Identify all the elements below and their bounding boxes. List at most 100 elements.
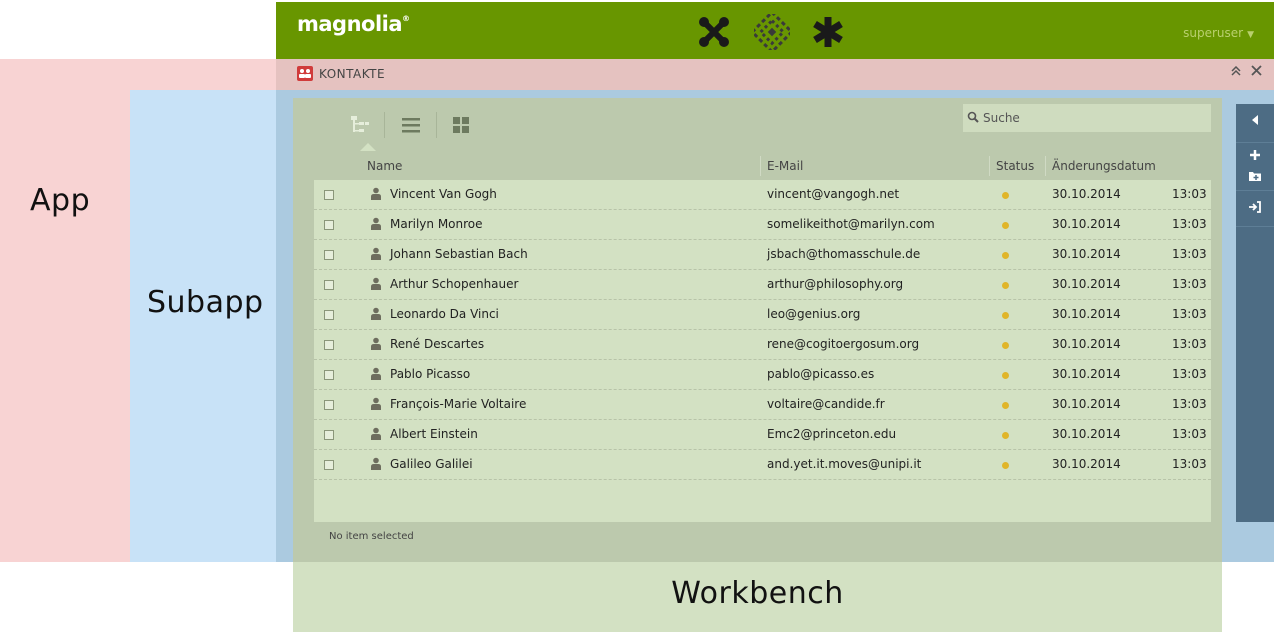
contact-email: Emc2@princeton.edu xyxy=(767,427,897,441)
user-icon xyxy=(371,457,381,470)
table-row[interactable]: Pablo Picasso pablo@picasso.es 30.10.2014 1… xyxy=(314,360,1211,390)
modified-time: 13:03 xyxy=(1172,187,1207,201)
modified-date: 30.10.2014 xyxy=(1052,427,1121,441)
table-row[interactable]: Vincent Van Gogh vincent@vangogh.net 30.10… xyxy=(314,180,1211,210)
contact-email: somelikeithot@marilyn.com xyxy=(767,217,935,231)
search-icon xyxy=(967,111,979,123)
modified-time: 13:03 xyxy=(1172,397,1207,411)
app-label: App xyxy=(30,183,91,218)
grid-header: Name E-Mail Status Änderungsdatum xyxy=(314,152,1211,180)
selection-status: No item selected xyxy=(329,531,414,542)
contact-name: Pablo Picasso xyxy=(390,367,471,381)
tree-view-icon[interactable] xyxy=(349,114,371,136)
thumbnail-view-icon[interactable] xyxy=(451,114,473,136)
status-indicator xyxy=(1002,342,1009,349)
row-checkbox[interactable] xyxy=(324,340,334,350)
row-checkbox[interactable] xyxy=(324,220,334,230)
user-icon xyxy=(371,337,381,350)
row-checkbox[interactable] xyxy=(324,460,334,470)
table-row[interactable]: Albert Einstein Emc2@princeton.edu 30.10.2… xyxy=(314,420,1211,450)
view-separator xyxy=(384,112,385,138)
modified-date: 30.10.2014 xyxy=(1052,217,1121,231)
user-icon xyxy=(371,187,381,200)
contact-email: arthur@philosophy.org xyxy=(767,277,904,291)
row-checkbox[interactable] xyxy=(324,250,334,260)
modified-time: 13:03 xyxy=(1172,277,1207,291)
subapp-label: Subapp xyxy=(147,285,264,320)
row-checkbox[interactable] xyxy=(324,430,334,440)
table-row[interactable]: Johann Sebastian Bach jsbach@thomasschule… xyxy=(314,240,1211,270)
modified-time: 13:03 xyxy=(1172,247,1207,261)
close-icon[interactable] xyxy=(1251,64,1262,80)
table-row[interactable]: René Descartes rene@cogitoergosum.org 30.1… xyxy=(314,330,1211,360)
view-separator xyxy=(436,112,437,138)
status-indicator xyxy=(1002,462,1009,469)
contact-name: François-Marie Voltaire xyxy=(390,397,527,411)
magnolia-logo[interactable]: magnolia® xyxy=(297,12,410,36)
modified-date: 30.10.2014 xyxy=(1052,337,1121,351)
search-box[interactable] xyxy=(963,104,1211,132)
modified-date: 30.10.2014 xyxy=(1052,277,1121,291)
row-checkbox[interactable] xyxy=(324,370,334,380)
import-icon[interactable] xyxy=(1236,200,1274,217)
modified-time: 13:03 xyxy=(1172,427,1207,441)
status-indicator xyxy=(1002,432,1009,439)
status-indicator xyxy=(1002,192,1009,199)
workbench: Name E-Mail Status Änderungsdatum Vincen… xyxy=(293,98,1222,562)
column-modified-header[interactable]: Änderungsdatum xyxy=(1052,159,1156,173)
row-checkbox[interactable] xyxy=(324,190,334,200)
header-bar: magnolia® superuser ▼ xyxy=(276,2,1274,59)
status-indicator xyxy=(1002,222,1009,229)
table-row[interactable]: François-Marie Voltaire voltaire@candide.… xyxy=(314,390,1211,420)
search-input[interactable] xyxy=(983,104,1205,132)
contact-name: Vincent Van Gogh xyxy=(390,187,497,201)
contact-name: Galileo Galilei xyxy=(390,457,473,471)
table-row[interactable]: Marilyn Monroe somelikeithot@marilyn.com 3… xyxy=(314,210,1211,240)
workbench-label: Workbench xyxy=(671,576,844,611)
user-icon xyxy=(371,247,381,260)
row-checkbox[interactable] xyxy=(324,310,334,320)
contact-email: pablo@picasso.es xyxy=(767,367,875,381)
status-indicator xyxy=(1002,372,1009,379)
column-name-header[interactable]: Name xyxy=(367,159,402,173)
add-folder-icon[interactable] xyxy=(1236,170,1274,185)
user-icon xyxy=(371,397,381,410)
contact-name: Marilyn Monroe xyxy=(390,217,483,231)
modified-time: 13:03 xyxy=(1172,337,1207,351)
modified-date: 30.10.2014 xyxy=(1052,457,1121,471)
active-view-pointer xyxy=(360,143,376,151)
modified-date: 30.10.2014 xyxy=(1052,397,1121,411)
row-checkbox[interactable] xyxy=(324,400,334,410)
contact-email: voltaire@candide.fr xyxy=(767,397,885,411)
status-indicator xyxy=(1002,282,1009,289)
contact-email: and.yet.it.moves@unipi.it xyxy=(767,457,922,471)
contacts-icon xyxy=(297,66,313,81)
modified-date: 30.10.2014 xyxy=(1052,367,1121,381)
list-view-icon[interactable] xyxy=(400,114,422,136)
maximize-icon[interactable] xyxy=(1231,65,1241,79)
column-status-header[interactable]: Status xyxy=(996,159,1034,173)
apps-launcher-icon[interactable] xyxy=(696,14,732,50)
row-checkbox[interactable] xyxy=(324,280,334,290)
column-email-header[interactable]: E-Mail xyxy=(767,159,803,173)
collapse-icon[interactable] xyxy=(1236,114,1274,129)
add-contact-icon[interactable] xyxy=(1236,149,1274,164)
contact-name: René Descartes xyxy=(390,337,485,351)
favorites-icon[interactable] xyxy=(810,14,846,50)
chevron-down-icon: ▼ xyxy=(1247,30,1254,40)
app-tab-title[interactable]: KONTAKTE xyxy=(319,67,385,81)
table-row[interactable]: Galileo Galilei and.yet.it.moves@unipi.it… xyxy=(314,450,1211,480)
user-icon xyxy=(371,427,381,440)
subapp-area: Name E-Mail Status Änderungsdatum Vincen… xyxy=(276,90,1274,562)
action-separator xyxy=(1236,226,1274,227)
table-row[interactable]: Leonardo Da Vinci leo@genius.org 30.10.201… xyxy=(314,300,1211,330)
user-menu[interactable]: superuser ▼ xyxy=(1183,26,1254,40)
table-row[interactable]: Arthur Schopenhauer arthur@philosophy.org… xyxy=(314,270,1211,300)
status-indicator xyxy=(1002,312,1009,319)
modified-date: 30.10.2014 xyxy=(1052,187,1121,201)
user-name: superuser xyxy=(1183,26,1244,40)
modified-time: 13:03 xyxy=(1172,367,1207,381)
pulse-icon[interactable] xyxy=(754,14,790,50)
user-icon xyxy=(371,367,381,380)
contact-name: Arthur Schopenhauer xyxy=(390,277,519,291)
